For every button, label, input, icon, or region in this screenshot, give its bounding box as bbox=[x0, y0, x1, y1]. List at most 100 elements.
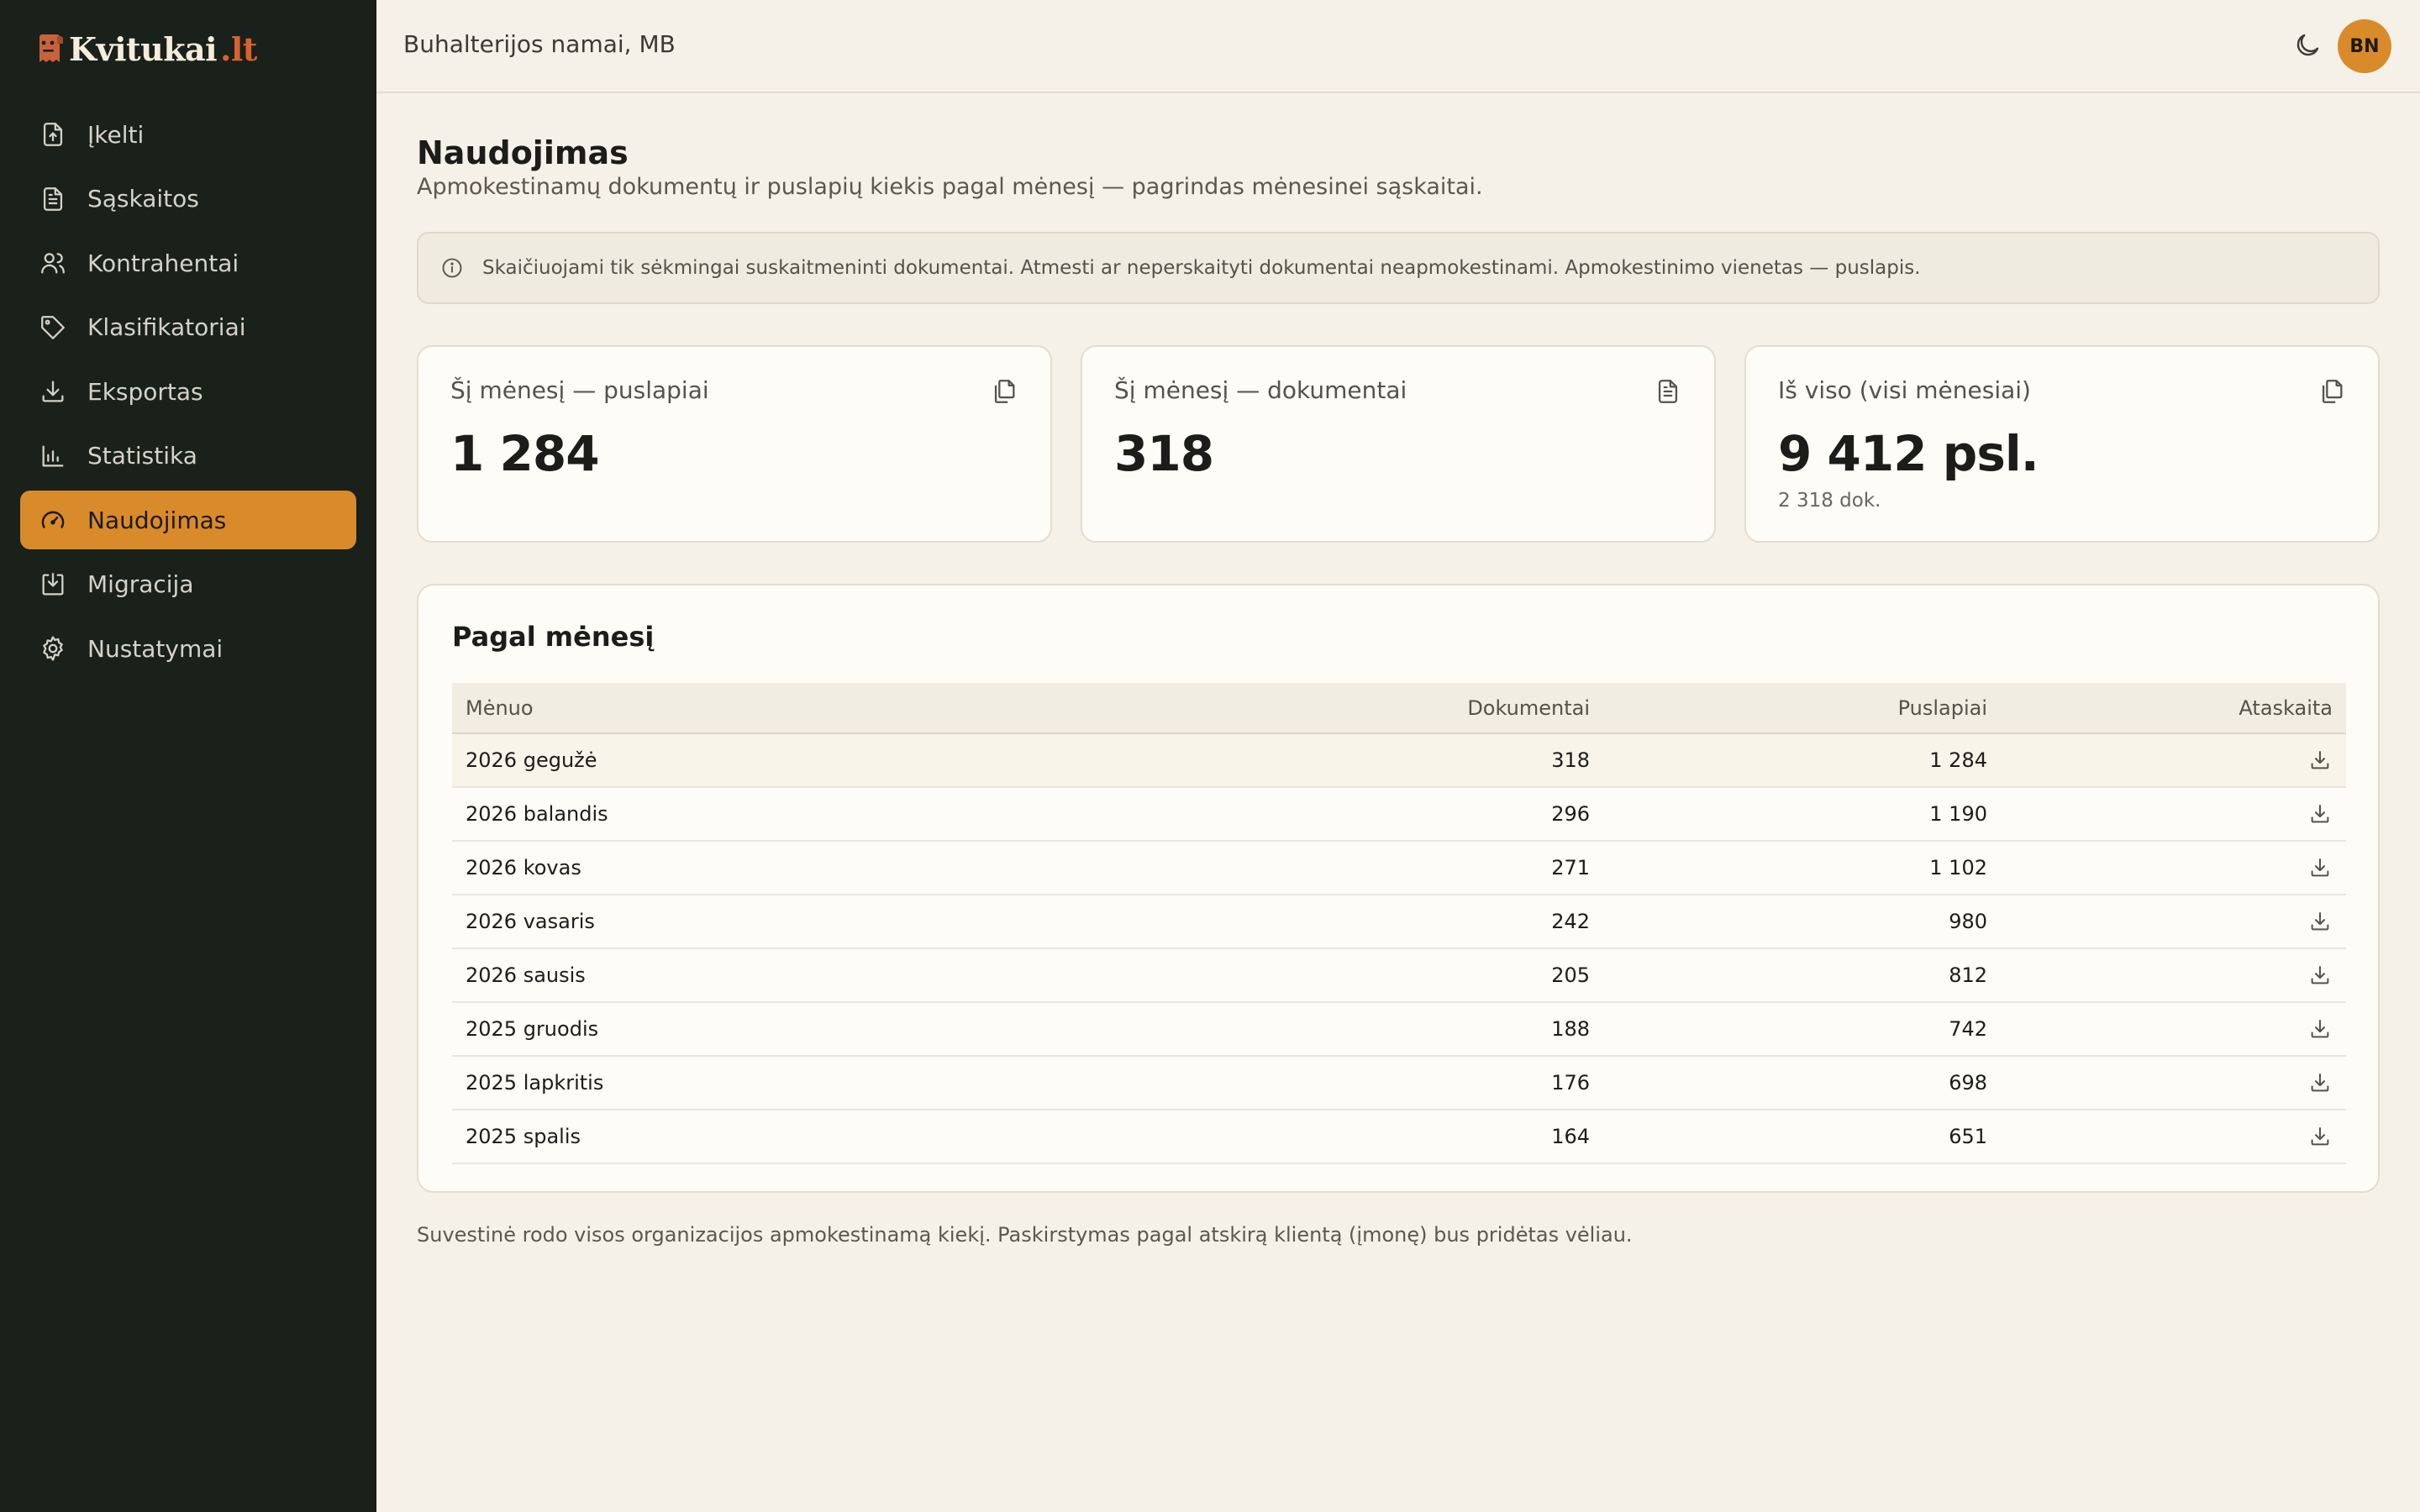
pages-cell: 698 bbox=[1603, 1056, 2001, 1110]
stat-sub: 2 318 dok. bbox=[1778, 490, 1881, 512]
top-bar: Buhalterijos namai, MB BN bbox=[376, 0, 2420, 93]
sidebar-item-label: Statistika bbox=[87, 442, 197, 470]
sidebar-item-label: Klasifikatoriai bbox=[87, 313, 246, 341]
report-cell bbox=[2001, 1110, 2346, 1164]
gauge-icon bbox=[41, 511, 65, 528]
document-icon bbox=[1658, 380, 1678, 403]
sidebar-item-naudojimas[interactable]: Naudojimas bbox=[20, 491, 356, 549]
download-report-icon[interactable] bbox=[2307, 801, 2333, 827]
copy-pages-icon bbox=[2322, 380, 2343, 403]
monthly-usage-table: Mėnuo Dokumentai Puslapiai Ataskaita 202… bbox=[452, 683, 2346, 1164]
column-header-pages[interactable]: Puslapiai bbox=[1603, 683, 2001, 734]
documents-cell: 188 bbox=[1192, 1002, 1603, 1057]
report-cell bbox=[2001, 948, 2346, 1003]
table-row: 2026 vasaris 242 980 bbox=[452, 895, 2346, 949]
table-row: 2025 lapkritis 176 698 bbox=[452, 1056, 2346, 1110]
stat-card-month-pages: Šį mėnesį — puslapiai 1 284 bbox=[417, 345, 1052, 543]
page-subtitle: Apmokestinamų dokumentų ir puslapių kiek… bbox=[417, 174, 1483, 200]
table-row: 2026 balandis 296 1 190 bbox=[452, 787, 2346, 842]
section-title: Pagal mėnesį bbox=[452, 621, 655, 653]
gear-icon bbox=[43, 636, 63, 661]
month-cell: 2026 sausis bbox=[452, 948, 1192, 1003]
sidebar-item-statistika[interactable]: Statistika bbox=[20, 427, 356, 486]
upload-file-icon bbox=[43, 123, 63, 146]
page-title: Naudojimas bbox=[417, 134, 629, 171]
stat-value: 1 284 bbox=[450, 425, 600, 482]
column-header-report: Ataskaita bbox=[2001, 683, 2346, 734]
table-row: 2025 spalis 164 651 bbox=[452, 1110, 2346, 1164]
copy-pages-icon bbox=[994, 380, 1015, 403]
sidebar-item-saskaitos[interactable]: Sąskaitos bbox=[20, 170, 356, 228]
sidebar-item-kontrahentai[interactable]: Kontrahentai bbox=[20, 234, 356, 292]
info-banner: Skaičiuojami tik sėkmingai suskaitmenint… bbox=[417, 232, 2380, 304]
report-cell bbox=[2001, 1056, 2346, 1110]
report-cell bbox=[2001, 895, 2346, 949]
documents-cell: 296 bbox=[1192, 787, 1603, 842]
stat-label: Šį mėnesį — puslapiai bbox=[450, 376, 709, 404]
sidebar-item-eksportas[interactable]: Eksportas bbox=[20, 362, 356, 421]
stat-value: 9 412 psl. bbox=[1778, 425, 2039, 482]
stat-card-total: Iš viso (visi mėnesiai) 9 412 psl. 2 318… bbox=[1744, 345, 2380, 543]
sidebar-item-nustatymai[interactable]: Nustatymai bbox=[20, 619, 356, 678]
info-text: Skaičiuojami tik sėkmingai suskaitmenint… bbox=[482, 257, 1921, 279]
download-report-icon[interactable] bbox=[2307, 748, 2333, 773]
brand-tld: .lt bbox=[220, 29, 257, 68]
tag-icon bbox=[41, 315, 65, 339]
sidebar-item-label: Naudojimas bbox=[87, 506, 227, 534]
footer-note: Suvestinė rodo visos organizacijos apmok… bbox=[417, 1223, 1633, 1247]
month-cell: 2026 balandis bbox=[452, 787, 1192, 842]
sidebar-item-label: Sąskaitos bbox=[87, 185, 199, 213]
users-icon bbox=[41, 253, 65, 274]
download-report-icon[interactable] bbox=[2307, 1070, 2333, 1095]
sidebar-nav: Įkelti Sąskaitos Kontrahentai Klasifikat… bbox=[20, 105, 356, 684]
month-cell: 2025 gruodis bbox=[452, 1002, 1192, 1057]
pages-cell: 812 bbox=[1603, 948, 2001, 1003]
month-cell: 2026 kovas bbox=[452, 841, 1192, 895]
stat-value: 318 bbox=[1114, 425, 1214, 482]
sidebar: Kvitukai .lt Įkelti Sąskaitos Kontrahenta… bbox=[0, 0, 376, 1512]
month-cell: 2025 spalis bbox=[452, 1110, 1192, 1164]
documents-cell: 205 bbox=[1192, 948, 1603, 1003]
sidebar-item-migracija[interactable]: Migracija bbox=[20, 555, 356, 614]
report-cell bbox=[2001, 841, 2346, 895]
table-row: 2025 gruodis 188 742 bbox=[452, 1002, 2346, 1057]
info-icon bbox=[442, 258, 462, 278]
sidebar-item-klasifikatoriai[interactable]: Klasifikatoriai bbox=[20, 298, 356, 357]
download-report-icon[interactable] bbox=[2307, 855, 2333, 880]
receipt-mascot-icon bbox=[39, 34, 63, 62]
sidebar-item-label: Nustatymai bbox=[87, 634, 224, 663]
month-cell: 2026 vasaris bbox=[452, 895, 1192, 949]
sidebar-item-label: Kontrahentai bbox=[87, 249, 239, 277]
download-report-icon[interactable] bbox=[2307, 909, 2333, 934]
document-icon bbox=[43, 186, 63, 211]
sidebar-item-label: Eksportas bbox=[87, 377, 203, 406]
column-header-documents[interactable]: Dokumentai bbox=[1192, 683, 1603, 734]
moon-icon[interactable] bbox=[2292, 30, 2323, 60]
month-cell: 2026 gegužė bbox=[452, 733, 1192, 788]
report-cell bbox=[2001, 787, 2346, 842]
pages-cell: 651 bbox=[1603, 1110, 2001, 1164]
table-row: 2026 sausis 205 812 bbox=[452, 948, 2346, 1003]
monthly-usage-card: Pagal mėnesį Mėnuo Dokumentai Puslapiai … bbox=[417, 584, 2380, 1193]
sidebar-item-label: Įkelti bbox=[87, 120, 145, 149]
import-icon bbox=[42, 572, 64, 595]
table-row: 2026 kovas 271 1 102 bbox=[452, 841, 2346, 895]
download-report-icon[interactable] bbox=[2307, 1016, 2333, 1042]
documents-cell: 176 bbox=[1192, 1056, 1603, 1110]
brand-logo[interactable]: Kvitukai .lt bbox=[34, 25, 257, 72]
bar-chart-icon bbox=[42, 445, 64, 466]
table-header-row: Mėnuo Dokumentai Puslapiai Ataskaita bbox=[452, 683, 2346, 734]
user-avatar[interactable]: BN bbox=[2338, 19, 2391, 73]
pages-cell: 980 bbox=[1603, 895, 2001, 949]
sidebar-item-label: Migracija bbox=[87, 570, 194, 598]
table-row: 2026 gegužė 318 1 284 bbox=[452, 733, 2346, 788]
month-cell: 2025 lapkritis bbox=[452, 1056, 1192, 1110]
column-header-month[interactable]: Mėnuo bbox=[452, 683, 1192, 734]
stat-label: Šį mėnesį — dokumentai bbox=[1114, 376, 1407, 404]
stat-card-month-documents: Šį mėnesį — dokumentai 318 bbox=[1081, 345, 1716, 543]
download-report-icon[interactable] bbox=[2307, 963, 2333, 988]
sidebar-item-ikelti[interactable]: Įkelti bbox=[20, 105, 356, 164]
download-report-icon[interactable] bbox=[2307, 1124, 2333, 1149]
pages-cell: 1 190 bbox=[1603, 787, 2001, 842]
organization-name[interactable]: Buhalterijos namai, MB bbox=[403, 30, 676, 58]
